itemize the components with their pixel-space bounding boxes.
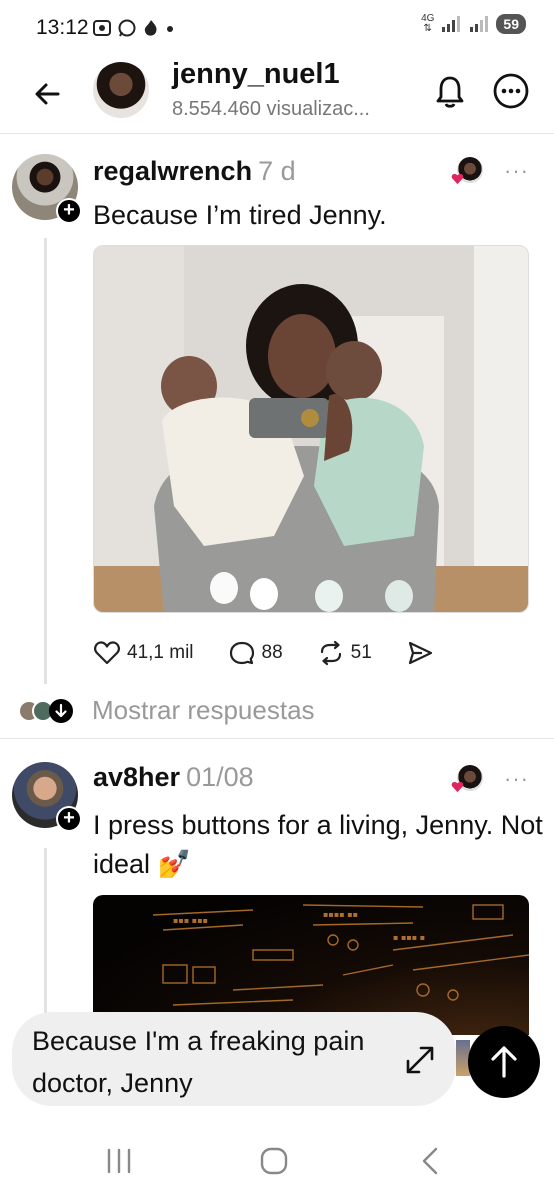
repost-button[interactable]: 51 xyxy=(317,640,372,666)
back-nav-icon[interactable] xyxy=(418,1146,442,1176)
heart-badge-icon xyxy=(451,781,464,793)
reply-avatars xyxy=(18,698,73,724)
arrow-up-icon xyxy=(491,1046,517,1078)
gallery-icon xyxy=(93,20,111,36)
back-arrow-icon[interactable] xyxy=(28,74,68,114)
status-time: 13:12 xyxy=(36,16,89,39)
post-more-icon[interactable]: ··· xyxy=(504,766,529,792)
share-button[interactable] xyxy=(406,640,434,666)
thread-line xyxy=(44,238,47,684)
recent-apps-icon[interactable] xyxy=(104,1148,134,1174)
post-actions: 41,1 mil 88 51 xyxy=(93,640,468,666)
network-indicator: 4G ⇅ xyxy=(421,13,435,34)
comment-button[interactable]: 88 xyxy=(228,640,283,666)
divider xyxy=(0,738,554,739)
system-nav-bar xyxy=(0,1120,554,1200)
svg-text:▪▪▪ ▪▪▪: ▪▪▪ ▪▪▪ xyxy=(173,916,208,925)
profile-avatar[interactable] xyxy=(93,62,149,118)
post-text: Because I’m tired Jenny. xyxy=(93,200,387,230)
reply-composer[interactable]: Because I'm a freaking pain doctor, Jenn… xyxy=(12,1012,456,1106)
repost-count: 51 xyxy=(350,642,372,663)
show-replies[interactable]: Mostrar respuestas xyxy=(18,695,315,726)
whatsapp-icon xyxy=(118,19,136,37)
comment-count: 88 xyxy=(261,642,283,663)
profile-views: 8.554.460 visualizac... xyxy=(172,98,370,120)
heart-badge-icon xyxy=(451,173,464,185)
signal-icon-2 xyxy=(470,16,489,32)
expand-icon[interactable] xyxy=(404,1044,436,1076)
mirror-selfie-image xyxy=(94,246,528,612)
post-text: I press buttons for a living, Jenny. Not… xyxy=(93,810,543,879)
post-more-icon[interactable]: ··· xyxy=(504,158,529,184)
home-icon[interactable] xyxy=(259,1146,289,1176)
composer-text[interactable]: Because I'm a freaking pain doctor, Jenn… xyxy=(32,1020,372,1104)
dot-icon xyxy=(167,26,173,32)
like-count: 41,1 mil xyxy=(127,642,194,663)
more-options-icon[interactable] xyxy=(492,72,530,110)
post-username[interactable]: regalwrench 7 d xyxy=(93,156,296,187)
arrow-down-circle-icon xyxy=(49,698,73,723)
profile-header: jenny_nuel1 8.554.460 visualizac... xyxy=(0,56,554,134)
profile-username[interactable]: jenny_nuel1 xyxy=(172,58,340,91)
like-button[interactable]: 41,1 mil xyxy=(93,640,194,666)
follow-plus-icon[interactable]: + xyxy=(56,198,82,224)
notification-icons xyxy=(92,18,175,38)
post-time: 01/08 xyxy=(186,762,254,792)
battery-indicator: 59 xyxy=(496,14,526,34)
bell-icon[interactable] xyxy=(430,72,470,112)
svg-text:▪▪▪▪ ▪▪: ▪▪▪▪ ▪▪ xyxy=(323,910,358,919)
signal-icon xyxy=(442,16,461,32)
share-icon xyxy=(408,641,432,665)
heart-icon xyxy=(94,641,120,665)
show-replies-label: Mostrar respuestas xyxy=(92,695,315,725)
svg-text:▪ ▪▪▪ ▪: ▪ ▪▪▪ ▪ xyxy=(393,933,425,942)
status-bar: 13:12 4G ⇅ 59 xyxy=(0,0,554,56)
tinder-icon xyxy=(144,20,157,36)
post-photo[interactable] xyxy=(93,245,529,613)
post-username[interactable]: av8her 01/08 xyxy=(93,762,254,793)
comment-icon xyxy=(229,641,254,665)
scroll-to-top-button[interactable] xyxy=(468,1026,540,1098)
follow-plus-icon[interactable]: + xyxy=(56,806,82,832)
repost-icon xyxy=(320,640,341,666)
post-time: 7 d xyxy=(258,156,296,186)
